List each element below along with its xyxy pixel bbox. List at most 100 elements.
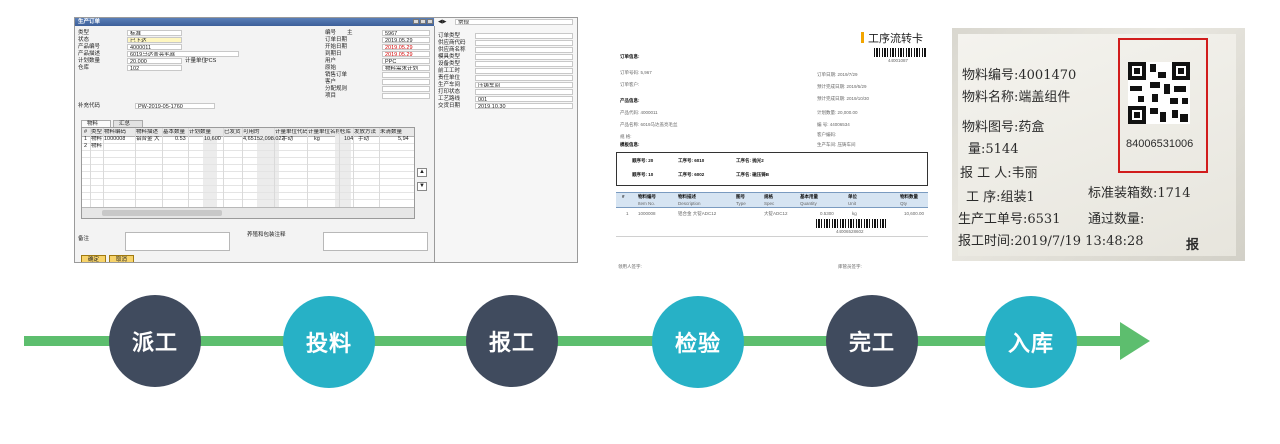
udf-value[interactable] xyxy=(475,61,573,67)
table-subheader-cell: Item No. xyxy=(638,201,656,206)
maximize-icon[interactable] xyxy=(420,19,426,24)
due-date-value[interactable]: 2019.05.29 xyxy=(382,51,430,57)
erp-production-order-window: 生产订单 类型 标准 状态 已下达 产品编号 4000011 产品描述 6019… xyxy=(74,17,578,263)
grid-cell[interactable]: 5,94 xyxy=(398,136,409,143)
grid-cell[interactable]: 物料 xyxy=(91,143,102,150)
udf-label: 供应商名称 xyxy=(438,47,466,53)
ok-button[interactable]: 确定 xyxy=(81,255,107,262)
grid-header-cell: 类型 xyxy=(91,129,103,135)
grid-cell[interactable]: 手动 xyxy=(282,136,293,143)
start-date-value[interactable]: 2019.05.29 xyxy=(382,44,430,50)
product-number-value[interactable]: 4000011 xyxy=(127,44,182,50)
origin-value[interactable]: 物料需求计划 xyxy=(382,65,430,71)
udf-value[interactable]: 压铸车间 xyxy=(475,82,573,88)
udf-value[interactable] xyxy=(475,75,573,81)
move-down-icon[interactable]: ▼ xyxy=(417,182,427,191)
user-value[interactable]: PPC xyxy=(382,58,430,64)
grid-cell[interactable]: 4,651 xyxy=(243,136,257,143)
move-up-icon[interactable]: ▲ xyxy=(417,168,427,177)
project-value[interactable] xyxy=(382,93,430,99)
grid-cell[interactable]: kg xyxy=(314,136,320,143)
flow-arrowhead xyxy=(1120,322,1150,360)
cancel-button[interactable]: 取消 xyxy=(109,255,135,262)
grid-disabled-column xyxy=(203,136,217,208)
customer-value[interactable] xyxy=(382,79,430,85)
qr-code-number: 84006531006 xyxy=(1126,138,1194,150)
table-cell: 1 xyxy=(626,211,629,216)
udf-label: 打印状态 xyxy=(438,89,461,95)
udf-value[interactable] xyxy=(475,54,573,60)
barcode-top-number: 44001087 xyxy=(888,58,909,63)
grid-cell[interactable]: 手动 xyxy=(358,136,369,143)
udf-value[interactable] xyxy=(475,40,573,46)
grid-horizontal-scrollbar[interactable] xyxy=(82,207,414,218)
picker-signature: 领用人签字: xyxy=(618,264,642,269)
type-value[interactable]: 标准 xyxy=(127,30,182,36)
warehouse-value[interactable]: 102 xyxy=(127,65,182,71)
unit-number: 编 号: 44006534 xyxy=(817,122,850,127)
grid-cell[interactable]: 0.53 xyxy=(175,136,186,143)
step-dispatch: 派工 xyxy=(109,295,201,387)
step-inspection: 检验 xyxy=(652,296,744,388)
passed-qty: 通过数量: xyxy=(1088,212,1145,227)
udf-value[interactable] xyxy=(475,68,573,74)
udf-label: 设备类型 xyxy=(438,61,461,67)
grid-cell[interactable]: 铝合金 大 xyxy=(136,136,162,143)
planned-quantity-value[interactable]: 20,000 xyxy=(127,58,182,64)
grid-row-line xyxy=(82,199,414,200)
udf-value[interactable] xyxy=(475,33,573,39)
order-date-value[interactable]: 2019.05.29 xyxy=(382,37,430,43)
table-cell: 0.5300 xyxy=(820,211,834,216)
quantity: 量:5144 xyxy=(968,142,1019,157)
expected-date: 预计完成日期: 2019/5/29 xyxy=(817,84,867,89)
op-name: 工序名: 磁压铸B xyxy=(736,172,769,177)
grid-row-line xyxy=(82,164,414,165)
field-label: 订单日期 xyxy=(325,37,348,43)
order-date: 订单日期: 2019/7/29 xyxy=(817,72,858,77)
field-label: 开始日期 xyxy=(325,44,348,50)
memo-textarea[interactable] xyxy=(125,232,230,251)
sales-order-value[interactable] xyxy=(382,72,430,78)
grid-cell[interactable]: 104 xyxy=(344,136,353,143)
udf-side-panel: ◀▶ 常规 订单类型 供应商代码 供应商名称 模具类型 设备类型 前工工时 责任… xyxy=(435,18,577,262)
report-time: 报工时间:2019/7/19 13:48:28 xyxy=(958,234,1144,249)
close-icon[interactable] xyxy=(427,19,433,24)
table-cell: 1000008 xyxy=(638,211,656,216)
field-label: 计划数量 xyxy=(78,58,101,64)
product-info-heading: 产品信息: xyxy=(620,98,640,103)
window-title: 生产订单 xyxy=(78,19,101,25)
status-select[interactable]: 已下达 xyxy=(127,37,182,43)
grid-cell[interactable]: 10,600 xyxy=(204,136,221,143)
barcode-bottom-number: 44006528602 xyxy=(836,229,864,234)
grid-cell[interactable]: 52,098.022 xyxy=(257,136,285,143)
nav-arrows-icon[interactable]: ◀▶ xyxy=(438,19,446,25)
grid-cell[interactable]: 物料 xyxy=(91,136,102,143)
table-header-cell: 基本用量 xyxy=(800,194,818,199)
grid-cell[interactable]: 1000008 xyxy=(104,136,125,143)
tab-components[interactable]: 物料 xyxy=(81,120,111,127)
tab-summary[interactable]: 汇总 xyxy=(113,120,143,127)
grid-disabled-column xyxy=(257,136,279,208)
udf-value[interactable]: 2019.10.30 xyxy=(475,103,573,109)
material-drawing-number: 物料图号:药盒 xyxy=(962,120,1045,135)
product-description-value[interactable]: 6019马达盖亮毛丝 xyxy=(127,51,239,57)
work-order-number: 生产工单号:6531 xyxy=(958,212,1061,227)
packaging-note-label: 养殖和包装注释 xyxy=(247,232,286,238)
udf-value[interactable] xyxy=(475,89,573,95)
grid-cell[interactable]: 1 xyxy=(84,136,87,143)
template-info-heading: 模板信息: xyxy=(620,142,640,147)
minimize-icon[interactable] xyxy=(413,19,419,24)
scrollbar-thumb[interactable] xyxy=(102,210,222,216)
op-number: 工序号: 6010 xyxy=(678,158,705,163)
udf-value[interactable]: 001 xyxy=(475,96,573,102)
supplement-code-value[interactable]: PW-2019-05-1760 xyxy=(135,103,215,109)
udf-value[interactable] xyxy=(475,47,573,53)
grid-header-cell: 已发货 xyxy=(224,129,241,135)
doc-number-value[interactable]: 5967 xyxy=(382,30,430,36)
process-steps-box xyxy=(616,152,928,186)
distribution-rule-value[interactable] xyxy=(382,86,430,92)
udf-category-select[interactable]: 常规 xyxy=(455,19,573,25)
grid-cell[interactable]: 2 xyxy=(84,143,87,150)
step-feeding: 投料 xyxy=(283,296,375,388)
packaging-note-textarea[interactable] xyxy=(323,232,428,251)
